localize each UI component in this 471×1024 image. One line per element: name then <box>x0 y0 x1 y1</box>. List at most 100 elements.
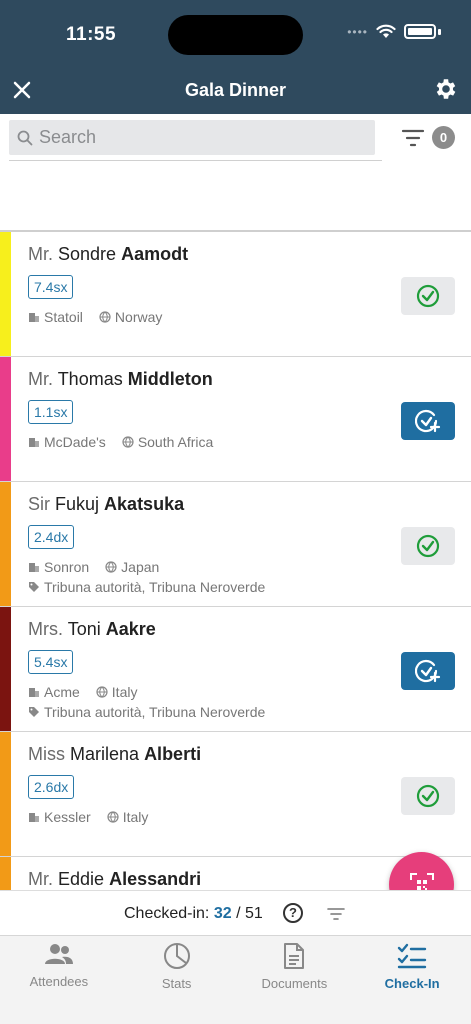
attendee-row[interactable]: Mr. Sondre Aamodt 7.4sx Statoil Norway <box>0 232 471 357</box>
attendee-country: Italy <box>122 809 149 825</box>
attendee-last-name: Aamodt <box>121 244 189 264</box>
check-circle-icon <box>416 784 440 808</box>
attendee-row[interactable]: Sir Fukuj Akatsuka 2.4dx Sonron Japan Tribun… <box>0 482 471 607</box>
attendee-last-name: Alessandri <box>109 869 202 889</box>
search-divider <box>9 160 382 161</box>
attendee-last-name: Alberti <box>144 744 202 764</box>
attendee-company: Acme <box>44 684 80 700</box>
checklist-icon <box>397 943 427 969</box>
attendee-company: Sonron <box>44 559 90 575</box>
search-input[interactable] <box>39 127 339 148</box>
gear-icon[interactable] <box>433 76 459 102</box>
attendee-name: Miss Marilena Alberti <box>28 732 471 765</box>
category-color-bar <box>0 857 11 890</box>
attendee-name: Mr. Thomas Middleton <box>28 357 471 390</box>
checked-in-bar: Checked-in: 32 / 51 ? <box>0 890 471 935</box>
attendee-salutation: Mr. <box>28 369 53 389</box>
people-icon <box>44 944 73 964</box>
status-time: 11:55 <box>66 24 117 45</box>
building-icon <box>29 688 39 697</box>
attendee-name: Sir Fukuj Akatsuka <box>28 482 471 515</box>
seat-code-badge: 1.1sx <box>28 400 74 424</box>
category-color-bar <box>0 357 11 481</box>
attendee-first-name: Sondre <box>58 244 117 264</box>
attendee-first-name: Fukuj <box>55 494 100 514</box>
seat-code-badge: 5.4sx <box>28 650 74 674</box>
tab-label-documents: Documents <box>261 976 328 991</box>
tab-label-attendees: Attendees <box>29 974 89 989</box>
attendee-name: Mr. Sondre Aamodt <box>28 232 471 265</box>
building-icon <box>29 813 39 822</box>
attendee-company: Statoil <box>44 309 83 325</box>
checked-filter-icon[interactable] <box>327 907 345 921</box>
attendee-salutation: Mrs. <box>28 619 63 639</box>
checked-in-count: 32 <box>213 905 232 922</box>
help-icon[interactable]: ? <box>283 903 303 923</box>
wifi-icon <box>376 24 396 38</box>
checked-in-button[interactable] <box>401 277 455 315</box>
attendee-tags-text: Tribuna autorità, Tribuna Neroverde <box>44 704 266 720</box>
checked-in-total: 51 <box>244 905 263 922</box>
attendee-country: Norway <box>114 309 163 325</box>
attendee-country: Italy <box>111 684 138 700</box>
attendee-salutation: Mr. <box>28 244 53 264</box>
category-color-bar <box>0 232 11 356</box>
tab-label-check-in: Check-In <box>384 976 440 991</box>
attendee-list: Mr. Sondre Aamodt 7.4sx Statoil Norway Mr. T… <box>0 230 471 890</box>
tab-label-stats: Stats <box>161 976 192 991</box>
category-color-bar <box>0 482 11 606</box>
building-icon <box>29 313 39 322</box>
tag-icon <box>29 707 39 717</box>
check-in-button[interactable] <box>401 402 455 440</box>
tab-attendees[interactable]: Attendees <box>0 936 118 1024</box>
seat-code-badge: 2.6dx <box>28 775 75 799</box>
attendee-last-name: Akatsuka <box>104 494 185 514</box>
attendee-first-name: Toni <box>67 619 101 639</box>
building-icon <box>29 438 39 447</box>
page-title: Gala Dinner <box>184 80 287 100</box>
check-add-icon <box>415 409 441 433</box>
checked-in-summary: Checked-in: 32 / 51 <box>124 905 263 923</box>
battery-icon <box>404 24 436 39</box>
attendee-first-name: Eddie <box>58 869 105 889</box>
tab-bar: Attendees Stats Documents Check-In <box>0 935 471 1024</box>
attendee-row[interactable]: Miss Marilena Alberti 2.6dx Kessler Italy <box>0 732 471 857</box>
attendee-company: McDade's <box>44 434 106 450</box>
attendee-row[interactable]: Mrs. Toni Aakre 5.4sx Acme Italy Tribuna aut… <box>0 607 471 732</box>
attendee-country: Japan <box>121 559 160 575</box>
attendee-last-name: Aakre <box>105 619 156 639</box>
pie-chart-icon <box>163 943 190 969</box>
seat-code-badge: 7.4sx <box>28 275 74 299</box>
checked-in-button[interactable] <box>401 777 455 815</box>
attendee-salutation: Miss <box>28 744 65 764</box>
attendee-tags: Tribuna autorità, Tribuna Neroverde <box>28 704 471 720</box>
attendee-salutation: Mr. <box>28 869 53 889</box>
category-color-bar <box>0 607 11 731</box>
attendee-country: South Africa <box>137 434 214 450</box>
attendee-first-name: Thomas <box>57 369 123 389</box>
attendee-name: Mrs. Toni Aakre <box>28 607 471 640</box>
search-box[interactable] <box>9 120 375 155</box>
check-circle-icon <box>416 284 440 308</box>
check-in-button[interactable] <box>401 652 455 690</box>
checked-in-label: Checked-in: <box>124 905 210 922</box>
tab-check-in[interactable]: Check-In <box>353 936 471 1024</box>
checked-in-button[interactable] <box>401 527 455 565</box>
dynamic-island <box>168 15 303 55</box>
globe-icon <box>99 311 111 323</box>
tab-stats[interactable]: Stats <box>118 936 236 1024</box>
status-icons: •••• <box>347 24 441 39</box>
check-add-icon <box>415 659 441 683</box>
tag-icon <box>29 582 39 592</box>
category-color-bar <box>0 732 11 856</box>
filter-icon[interactable] <box>401 128 425 148</box>
attendee-company: Kessler <box>44 809 91 825</box>
filter-count-badge: 0 <box>432 126 455 149</box>
globe-icon <box>105 561 117 573</box>
attendee-row[interactable]: Mr. Thomas Middleton 1.1sx McDade's South A… <box>0 357 471 482</box>
globe-icon <box>96 686 108 698</box>
tab-documents[interactable]: Documents <box>236 936 354 1024</box>
app-header: 11:55 •••• Gala Dinner <box>0 0 471 114</box>
building-icon <box>29 563 39 572</box>
globe-icon <box>122 436 134 448</box>
